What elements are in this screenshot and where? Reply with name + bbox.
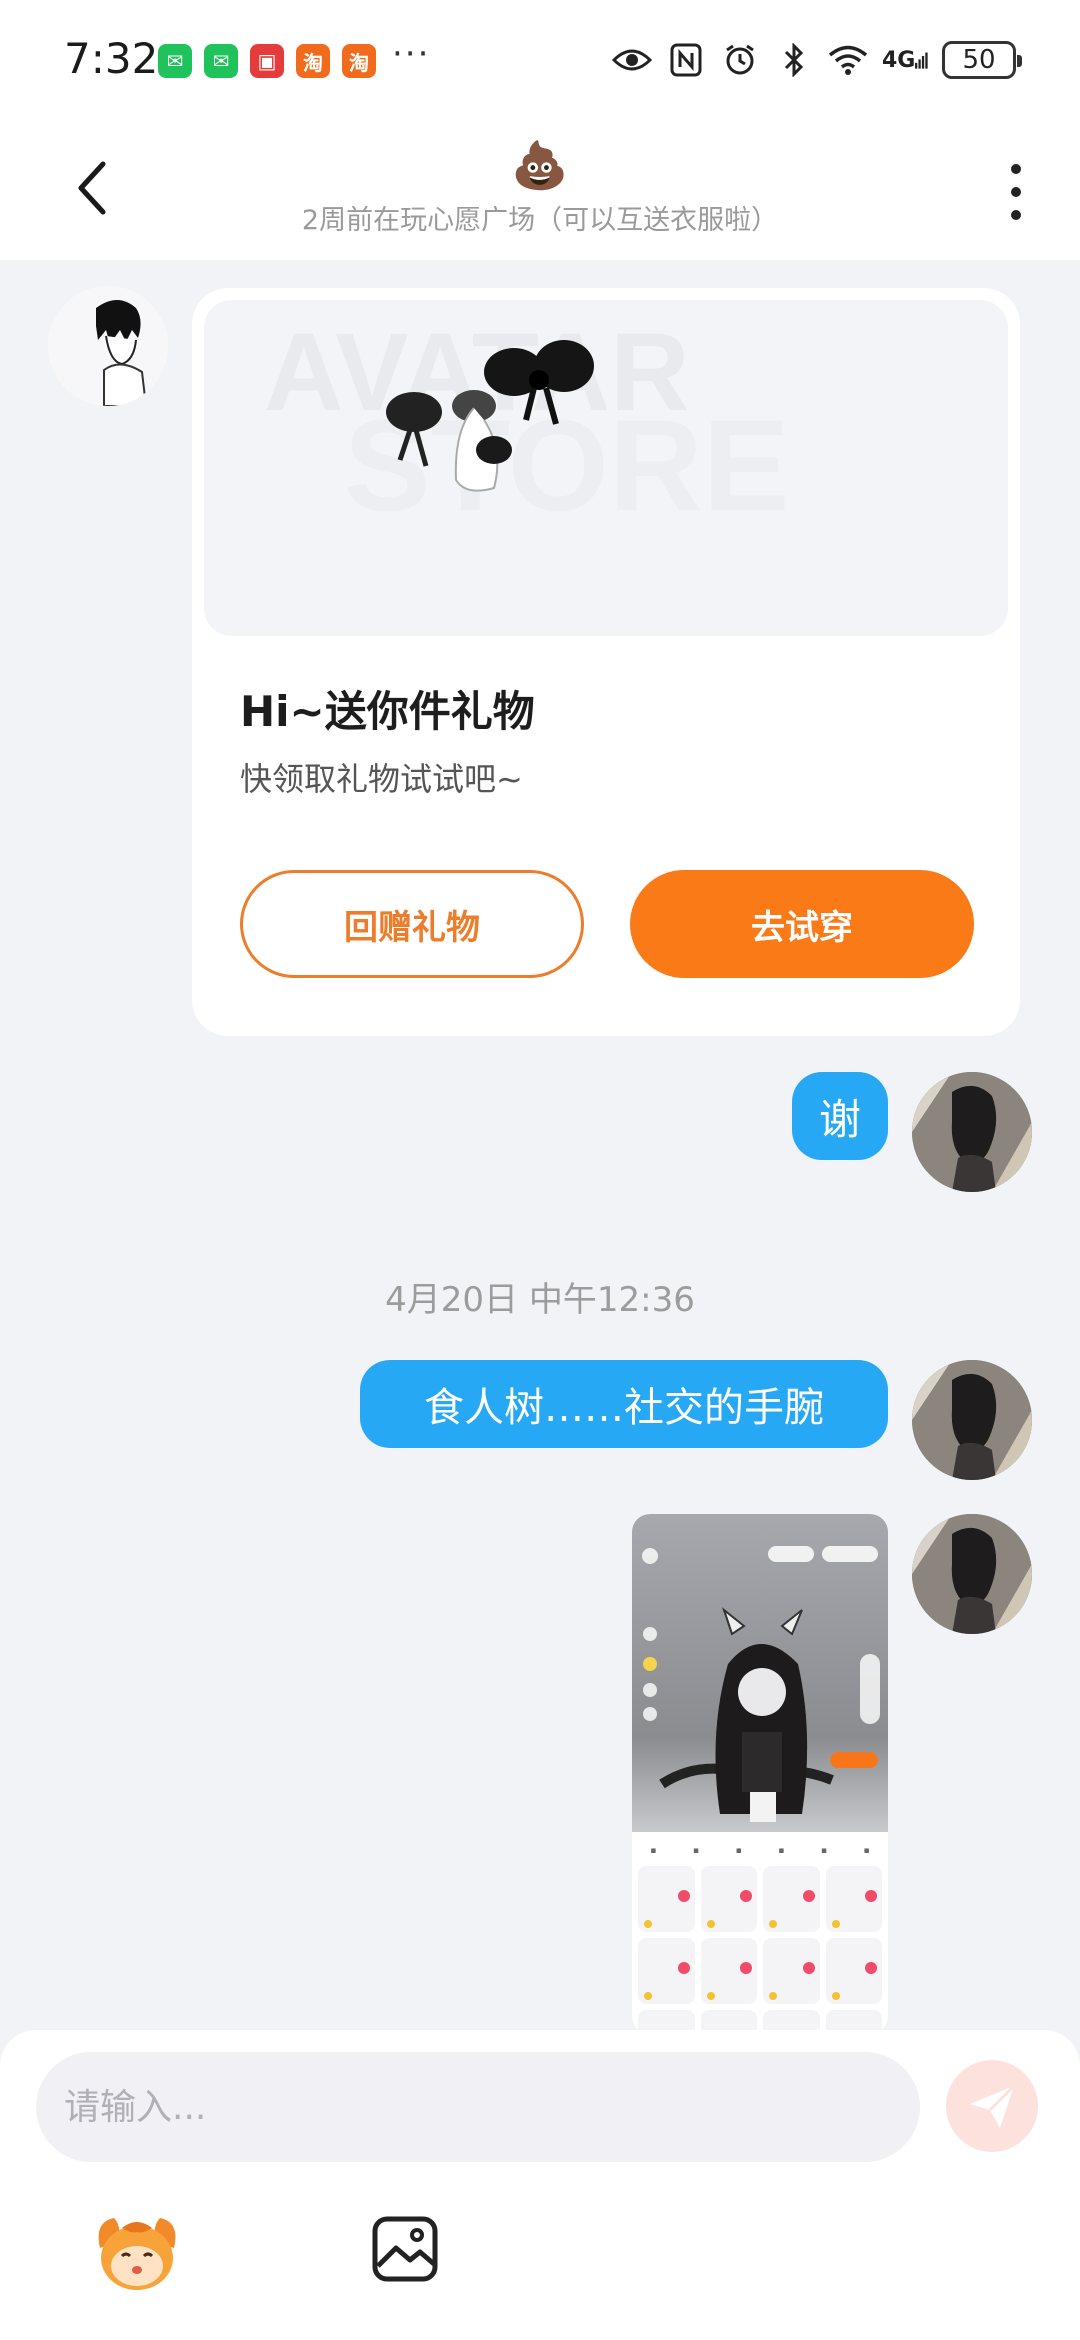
system-icons: 4G 50 (612, 40, 1022, 80)
my-avatar[interactable] (912, 1514, 1032, 1634)
gift-message-card: AVATAR STORE Hi~送你件礼物 快领取礼物试试吧~ 回赠礼物 去试穿 (192, 288, 1020, 1036)
item-cell (700, 1938, 757, 2004)
taobao-icon: 淘 (342, 44, 376, 78)
gift-preview-image: AVATAR STORE (204, 300, 1008, 636)
bow-accessory-image: AVATAR STORE (204, 300, 1008, 636)
mascot-icon (98, 2218, 176, 2290)
bluetooth-icon (774, 40, 814, 80)
my-avatar[interactable] (912, 1360, 1032, 1480)
dot (1011, 187, 1021, 197)
item-cell (825, 1866, 882, 1932)
return-gift-button[interactable]: 回赠礼物 (240, 870, 584, 978)
contact-avatar[interactable] (48, 286, 168, 406)
try-on-button[interactable]: 去试穿 (630, 870, 974, 978)
notification-icons: ✉ ✉ ▣ 淘 淘 (158, 44, 376, 78)
avatar-character-image (642, 1546, 880, 1822)
status-time: 7:32 (64, 34, 159, 83)
contact-name: 💩 (511, 138, 569, 192)
message-input-bar (0, 2030, 1080, 2340)
gift-title: Hi~送你件礼物 (240, 687, 535, 736)
gift-subtitle: 快领取礼物试试吧~ (240, 760, 523, 798)
dot (1011, 164, 1021, 174)
message-timestamp: 4月20日 中午12:36 (385, 1280, 695, 1320)
send-icon (970, 2084, 1016, 2128)
image-icon (372, 2216, 438, 2282)
status-bar: 7:32 ✉ ✉ ▣ 淘 淘 ··· 4G 50 (0, 0, 1080, 120)
item-cell (763, 1866, 820, 1932)
message-bubble-sent[interactable]: 食人树……社交的手腕 (360, 1360, 888, 1448)
send-button[interactable] (946, 2060, 1038, 2152)
contact-status: 2周前在玩心愿广场（可以互送衣服啦） (301, 205, 779, 236)
taobao-icon: 淘 (296, 44, 330, 78)
avatar-image (912, 1514, 1032, 1634)
nfc-icon (666, 40, 706, 80)
item-cell (825, 1938, 882, 2004)
screenshot-item-grid (638, 1866, 882, 2034)
message-input[interactable] (36, 2052, 920, 2162)
wechat-icon: ✉ (204, 44, 238, 78)
more-options-button[interactable] (996, 160, 1036, 224)
mascot-sticker-button[interactable] (92, 2208, 182, 2298)
message-bubble-sent[interactable]: 谢 (792, 1072, 888, 1160)
eye-icon (612, 40, 652, 80)
wifi-icon (828, 40, 868, 80)
item-cell (638, 1938, 695, 2004)
gift-banner[interactable]: AVATAR STORE (204, 300, 1008, 912)
avatar-image (912, 1360, 1032, 1480)
red-app-icon: ▣ (250, 44, 284, 78)
item-cell (700, 1866, 757, 1932)
battery-level: 50 (962, 45, 996, 75)
battery-icon: 50 (942, 41, 1022, 79)
avatar-image (48, 286, 168, 406)
alarm-icon (720, 40, 760, 80)
avatar-image (912, 1072, 1032, 1192)
network-type: 4G (882, 47, 916, 73)
sent-image-message[interactable]: ▪ ▪ ▪ ▪ ▪ ▪ (632, 1514, 888, 2034)
screenshot-tabs: ▪ ▪ ▪ ▪ ▪ ▪ (650, 1846, 870, 1856)
screenshot-scene (632, 1514, 888, 1832)
signal-icon: 4G (882, 40, 928, 80)
item-cell (763, 1938, 820, 2004)
dot (1011, 210, 1021, 220)
chat-header: 💩 2周前在玩心愿广场（可以互送衣服啦） (0, 120, 1080, 260)
more-notifications-icon: ··· (392, 34, 431, 74)
wechat-icon: ✉ (158, 44, 192, 78)
image-picker-button[interactable] (370, 2214, 440, 2284)
item-cell (638, 1866, 695, 1932)
my-avatar[interactable] (912, 1072, 1032, 1192)
